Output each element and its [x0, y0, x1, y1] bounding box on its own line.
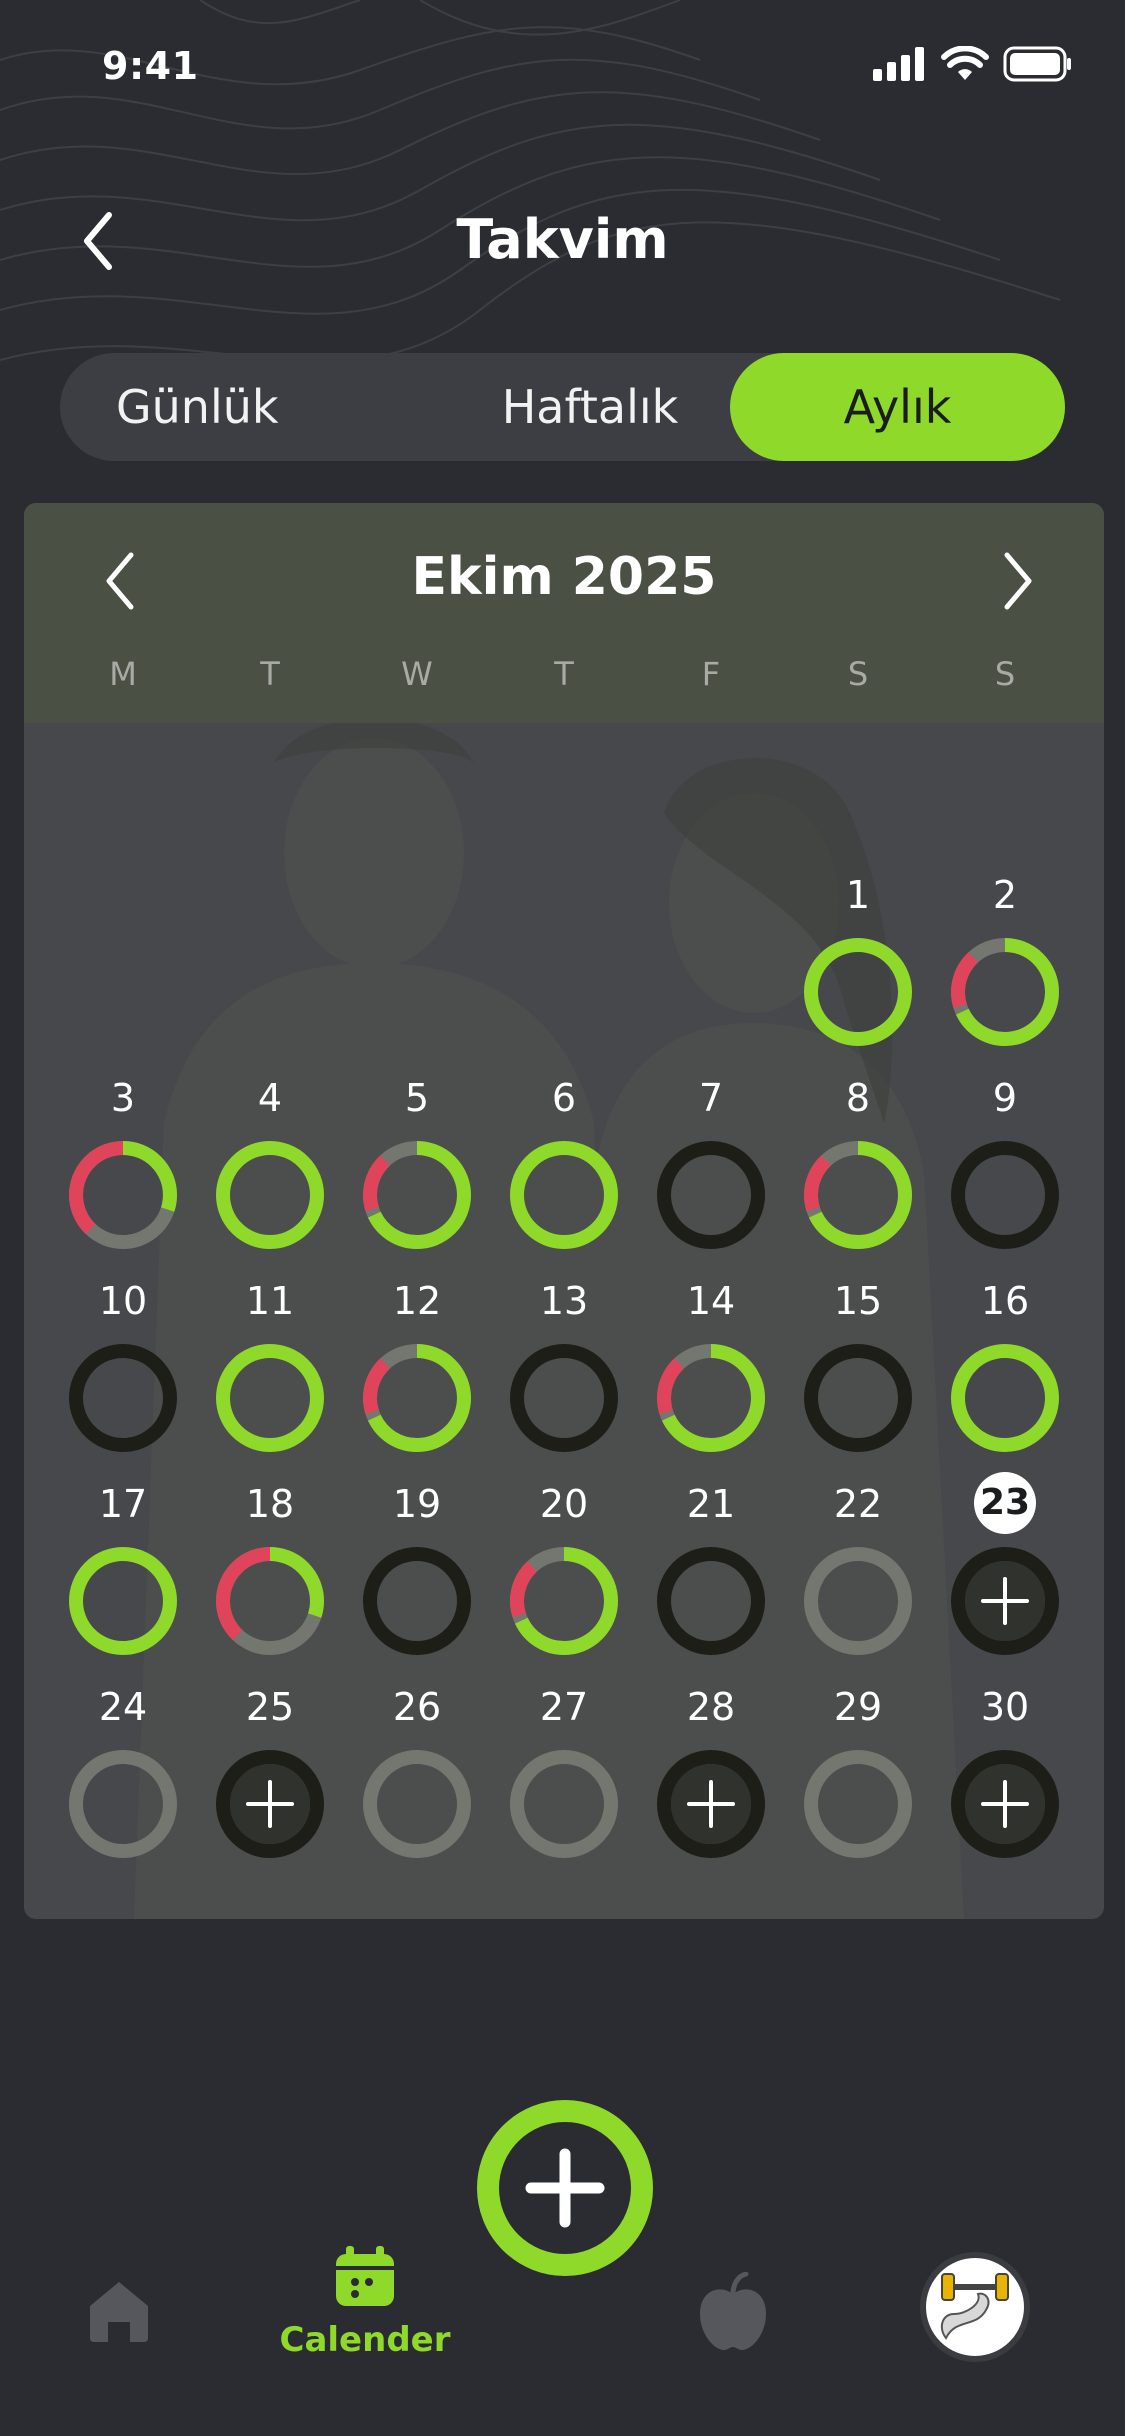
day-ring-add[interactable] [948, 1747, 1062, 1861]
weekday-label: T [260, 655, 280, 693]
day-ring-complete[interactable] [66, 1544, 180, 1658]
day-number: 8 [845, 1076, 871, 1120]
day-ring-complete[interactable] [948, 1341, 1062, 1455]
weekday-label: S [994, 655, 1016, 693]
nav-calendar-label: Calender [279, 2320, 451, 2360]
page-title: Takvim [456, 208, 669, 271]
day-number: 2 [992, 873, 1018, 917]
calendar-card: Ekim 2025 M T W T F S S 1 2 3 4 5 6 7 8 9 10 11 12 1… [24, 503, 1104, 1919]
day-ring-missed[interactable] [948, 1138, 1062, 1252]
day-ring-missed[interactable] [654, 1138, 768, 1252]
day-ring-rest[interactable] [360, 1747, 474, 1861]
add-workout-button[interactable] [477, 2100, 653, 2276]
view-mode-tabs: Günlük Haftalık Aylık [60, 353, 1065, 461]
tab-daily[interactable]: Günlük [70, 353, 430, 461]
day-number: 12 [392, 1279, 442, 1323]
day-ring-partial-red[interactable] [507, 1544, 621, 1658]
day-ring-partial-red[interactable] [948, 935, 1062, 1049]
day-ring-partial-red[interactable] [360, 1138, 474, 1252]
day-number: 3 [110, 1076, 136, 1120]
day-number: 11 [245, 1279, 295, 1323]
day-number: 17 [98, 1482, 148, 1526]
nav-profile[interactable] [920, 2252, 1030, 2362]
signal-icon [873, 47, 924, 81]
day-number: 6 [551, 1076, 577, 1120]
home-icon [90, 2282, 148, 2342]
day-number: 23 [974, 1472, 1036, 1534]
day-number: 15 [833, 1279, 883, 1323]
nav-calendar[interactable]: Calender [270, 2234, 460, 2364]
day-number: 5 [404, 1076, 430, 1120]
day-number: 14 [686, 1279, 736, 1323]
weekday-label: S [847, 655, 869, 693]
day-number: 13 [539, 1279, 589, 1323]
day-number: 9 [992, 1076, 1018, 1120]
chevron-right-icon [1004, 552, 1032, 610]
day-ring-add[interactable] [654, 1747, 768, 1861]
weekday-label: M [109, 655, 137, 693]
tab-monthly[interactable]: Aylık [730, 353, 1065, 461]
nav-nutrition[interactable] [696, 2271, 770, 2352]
day-ring-partial-red[interactable] [654, 1341, 768, 1455]
plus-icon [525, 2148, 605, 2228]
day-ring-add[interactable] [213, 1747, 327, 1861]
day-ring-complete[interactable] [507, 1138, 621, 1252]
calendar-icon [336, 2246, 394, 2306]
day-ring-partial-red[interactable] [801, 1138, 915, 1252]
day-ring-partial-red[interactable] [360, 1341, 474, 1455]
day-ring-missed[interactable] [507, 1341, 621, 1455]
day-ring-mostly-red[interactable] [66, 1138, 180, 1252]
day-number: 25 [245, 1685, 295, 1729]
day-number: 29 [833, 1685, 883, 1729]
day-number: 1 [845, 873, 871, 917]
day-number: 16 [980, 1279, 1030, 1323]
dumbbell-avatar-icon [940, 2273, 1009, 2340]
weekday-label: F [701, 655, 721, 693]
day-number: 10 [98, 1279, 148, 1323]
day-ring-rest[interactable] [507, 1747, 621, 1861]
status-icons [873, 46, 1073, 82]
day-number: 19 [392, 1482, 442, 1526]
day-ring-add[interactable] [948, 1544, 1062, 1658]
day-number: 18 [245, 1482, 295, 1526]
day-number: 30 [980, 1685, 1030, 1729]
day-number: 4 [257, 1076, 283, 1120]
day-number: 24 [98, 1685, 148, 1729]
status-time: 9:41 [102, 44, 199, 88]
day-number: 21 [686, 1482, 736, 1526]
day-ring-complete[interactable] [213, 1341, 327, 1455]
day-ring-complete[interactable] [213, 1138, 327, 1252]
weekday-label: T [554, 655, 574, 693]
day-ring-rest[interactable] [66, 1747, 180, 1861]
day-ring-rest[interactable] [801, 1544, 915, 1658]
next-month-button[interactable] [988, 541, 1048, 621]
wifi-icon [941, 46, 989, 80]
nav-home[interactable] [84, 2276, 154, 2346]
day-number: 20 [539, 1482, 589, 1526]
day-ring-rest[interactable] [801, 1747, 915, 1861]
day-number: 7 [698, 1076, 724, 1120]
month-title: Ekim 2025 [411, 547, 717, 607]
weekday-label: W [401, 655, 433, 693]
day-ring-missed[interactable] [801, 1341, 915, 1455]
day-ring-complete[interactable] [801, 935, 915, 1049]
day-number: 22 [833, 1482, 883, 1526]
day-ring-missed[interactable] [360, 1544, 474, 1658]
day-ring-mostly-red[interactable] [213, 1544, 327, 1658]
day-number: 26 [392, 1685, 442, 1729]
day-number: 27 [539, 1685, 589, 1729]
header: Takvim [0, 190, 1125, 290]
day-number: 28 [686, 1685, 736, 1729]
apple-icon [700, 2271, 766, 2350]
day-ring-missed[interactable] [66, 1341, 180, 1455]
status-bar: 9:41 [0, 0, 1125, 130]
calendar-header: Ekim 2025 M T W T F S S [24, 503, 1104, 723]
battery-icon [1003, 46, 1071, 82]
day-ring-missed[interactable] [654, 1544, 768, 1658]
